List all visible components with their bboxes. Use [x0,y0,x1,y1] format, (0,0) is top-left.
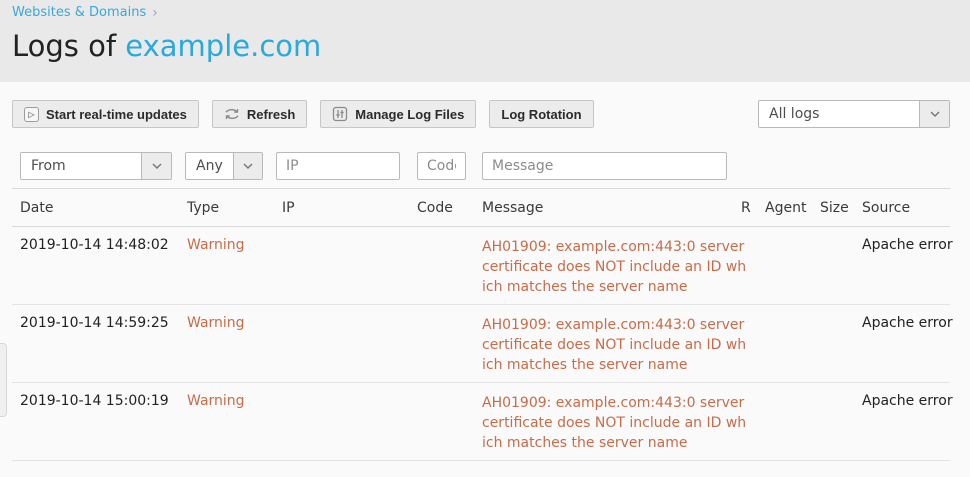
type-filter-select[interactable]: Any [185,152,263,180]
filter-row: From Any [20,152,950,180]
column-header-date: Date [20,200,187,216]
column-header-source: Source [862,200,950,216]
log-message: AH01909: example.com:443:0 server certif… [482,393,741,453]
refresh-button[interactable]: Refresh [212,100,307,128]
log-date: 2019-10-14 14:48:02 [20,237,187,253]
log-source: Apache error [862,393,953,409]
column-header-message: Message [482,200,741,216]
refresh-label: Refresh [247,107,295,122]
log-type: Warning [187,393,282,409]
table-body: 2019-10-14 14:48:02 Warning AH01909: exa… [12,227,950,461]
type-filter-value: Any [186,153,233,179]
page-title-prefix: Logs of [12,29,125,63]
date-from-value: From [21,153,141,179]
log-file-select[interactable]: All logs [758,100,950,128]
ip-filter-input[interactable] [276,152,400,180]
column-header-type: Type [187,200,282,216]
toolbar: ▷ Start real-time updates Refresh [12,100,950,128]
logs-page: Websites & Domains › Logs of example.com… [0,0,970,477]
log-type: Warning [187,315,282,331]
table-row: 2019-10-14 14:48:02 Warning AH01909: exa… [12,227,950,305]
chevron-down-icon[interactable] [141,153,171,179]
start-realtime-updates-label: Start real-time updates [46,107,187,122]
breadcrumb-chevron-icon: › [152,6,158,20]
sliders-icon [332,106,348,122]
column-header-r: R [741,200,765,216]
side-panel-handle[interactable] [0,343,7,417]
log-table: Date Type IP Code Message R Agent Size S… [12,188,950,461]
log-rotation-label: Log Rotation [501,107,581,122]
log-file-select-value: All logs [759,101,919,127]
refresh-icon [224,107,240,121]
table-row: 2019-10-14 14:59:25 Warning AH01909: exa… [12,305,950,383]
manage-log-files-button[interactable]: Manage Log Files [320,100,476,128]
date-from-select[interactable]: From [20,152,172,180]
breadcrumb-link-websites-domains[interactable]: Websites & Domains [12,5,146,20]
page-header: Websites & Domains › Logs of example.com [0,0,970,82]
start-realtime-updates-button[interactable]: ▷ Start real-time updates [12,100,199,128]
log-message: AH01909: example.com:443:0 server certif… [482,237,741,297]
page-title: Logs of example.com [12,29,958,63]
log-message: AH01909: example.com:443:0 server certif… [482,315,741,375]
code-filter-input[interactable] [417,152,466,180]
column-header-size: Size [820,200,862,216]
log-date: 2019-10-14 14:59:25 [20,315,187,331]
play-icon: ▷ [24,107,39,122]
breadcrumb: Websites & Domains › [12,5,958,20]
message-filter-input[interactable] [482,152,727,180]
log-type: Warning [187,237,282,253]
log-rotation-button[interactable]: Log Rotation [489,100,593,128]
column-header-code: Code [417,200,482,216]
column-header-ip: IP [282,200,417,216]
page-title-domain: example.com [125,29,321,63]
column-header-agent: Agent [765,200,820,216]
log-date: 2019-10-14 15:00:19 [20,393,187,409]
chevron-down-icon[interactable] [919,101,949,127]
log-source: Apache error [862,237,953,253]
log-source: Apache error [862,315,953,331]
chevron-down-icon[interactable] [233,153,262,179]
table-row: 2019-10-14 15:00:19 Warning AH01909: exa… [12,383,950,461]
table-header-row: Date Type IP Code Message R Agent Size S… [12,188,950,227]
manage-log-files-label: Manage Log Files [355,107,464,122]
